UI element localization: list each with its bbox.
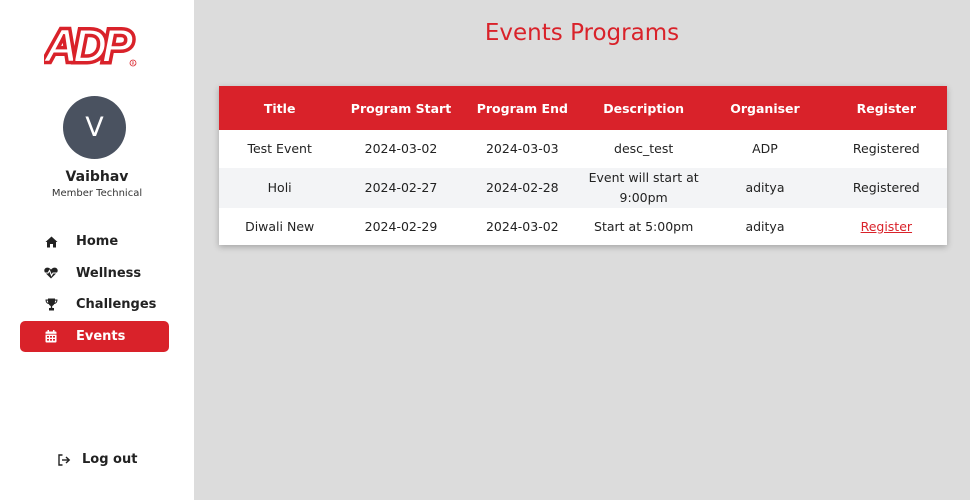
- cell-organiser: aditya: [704, 208, 826, 245]
- table-row: Test Event 2024-03-02 2024-03-03 desc_te…: [219, 130, 947, 168]
- logout-icon: [58, 453, 72, 467]
- cell-description: desc_test: [582, 130, 705, 168]
- column-header-program-end: Program End: [476, 100, 568, 116]
- cell-title: Holi: [219, 168, 341, 208]
- table-row: Diwali New 2024-02-29 2024-03-02 Start a…: [219, 208, 947, 245]
- cell-program-end: 2024-02-28: [461, 168, 583, 208]
- user-role: Member Technical: [51, 188, 143, 199]
- avatar-initial: V: [85, 112, 104, 143]
- cell-organiser: ADP: [704, 130, 826, 168]
- cell-register: Register: [825, 208, 947, 245]
- column-header-program-start: Program Start: [350, 100, 452, 116]
- cell-title: Diwali New: [219, 208, 341, 245]
- home-icon: [44, 235, 58, 249]
- cell-organiser: aditya: [704, 168, 826, 208]
- events-table: Title Program Start Program End Descript…: [219, 86, 947, 245]
- events-table-card: Title Program Start Program End Descript…: [219, 86, 947, 245]
- cell-program-start: 2024-02-27: [340, 168, 462, 208]
- table-row: Holi 2024-02-27 2024-02-28 Event will st…: [219, 168, 947, 208]
- description-text: 9:00pm: [619, 190, 668, 205]
- cell-register-status: Registered: [825, 130, 947, 168]
- description-text: desc_test: [614, 141, 674, 156]
- sidebar-item-label: Challenges: [76, 297, 157, 312]
- avatar: V: [63, 96, 126, 159]
- cell-title: Test Event: [219, 130, 341, 168]
- register-link[interactable]: Register: [861, 219, 912, 234]
- svg-text:ADP: ADP: [44, 19, 134, 68]
- user-name: Vaibhav: [65, 169, 129, 185]
- cell-program-start: 2024-03-02: [340, 130, 462, 168]
- calendar-icon: [44, 329, 58, 343]
- column-header-title: Title: [263, 100, 296, 116]
- cell-program-start: 2024-02-29: [340, 208, 462, 245]
- svg-text:R: R: [132, 61, 135, 67]
- sidebar-item-label: Events: [76, 328, 126, 344]
- column-header-organiser: Organiser: [730, 100, 800, 116]
- adp-logo: ADP ADP R: [44, 18, 141, 68]
- sidebar: ADP ADP R V Vaibhav Member Technical Hom…: [0, 0, 194, 500]
- sidebar-item-challenges[interactable]: Challenges: [20, 289, 169, 320]
- logout-button[interactable]: Log out: [58, 452, 137, 467]
- logout-label: Log out: [82, 452, 138, 467]
- sidebar-item-label: Home: [76, 234, 119, 249]
- sidebar-item-label: Wellness: [76, 265, 142, 281]
- description-text: Start at 5:00pm: [594, 218, 694, 234]
- sidebar-item-wellness[interactable]: Wellness: [20, 258, 169, 289]
- column-header-description: Description: [603, 100, 685, 116]
- cell-program-end: 2024-03-02: [461, 208, 583, 245]
- trophy-icon: [44, 298, 58, 312]
- heartbeat-icon: [44, 266, 58, 280]
- cell-description: Start at 5:00pm: [582, 208, 705, 245]
- sidebar-item-home[interactable]: Home: [20, 226, 169, 257]
- page-title: Events Programs: [484, 20, 680, 46]
- column-header-register: Register: [856, 100, 917, 116]
- sidebar-item-events[interactable]: Events: [20, 320, 169, 352]
- sidebar-nav: Home Wellness Challenges Events: [20, 226, 169, 352]
- cell-description: Event will start at 9:00pm: [582, 168, 705, 208]
- description-text: Event will start at: [588, 170, 699, 185]
- cell-program-end: 2024-03-03: [461, 130, 583, 168]
- table-header-row: Title Program Start Program End Descript…: [219, 86, 947, 130]
- cell-register-status: Registered: [825, 168, 947, 208]
